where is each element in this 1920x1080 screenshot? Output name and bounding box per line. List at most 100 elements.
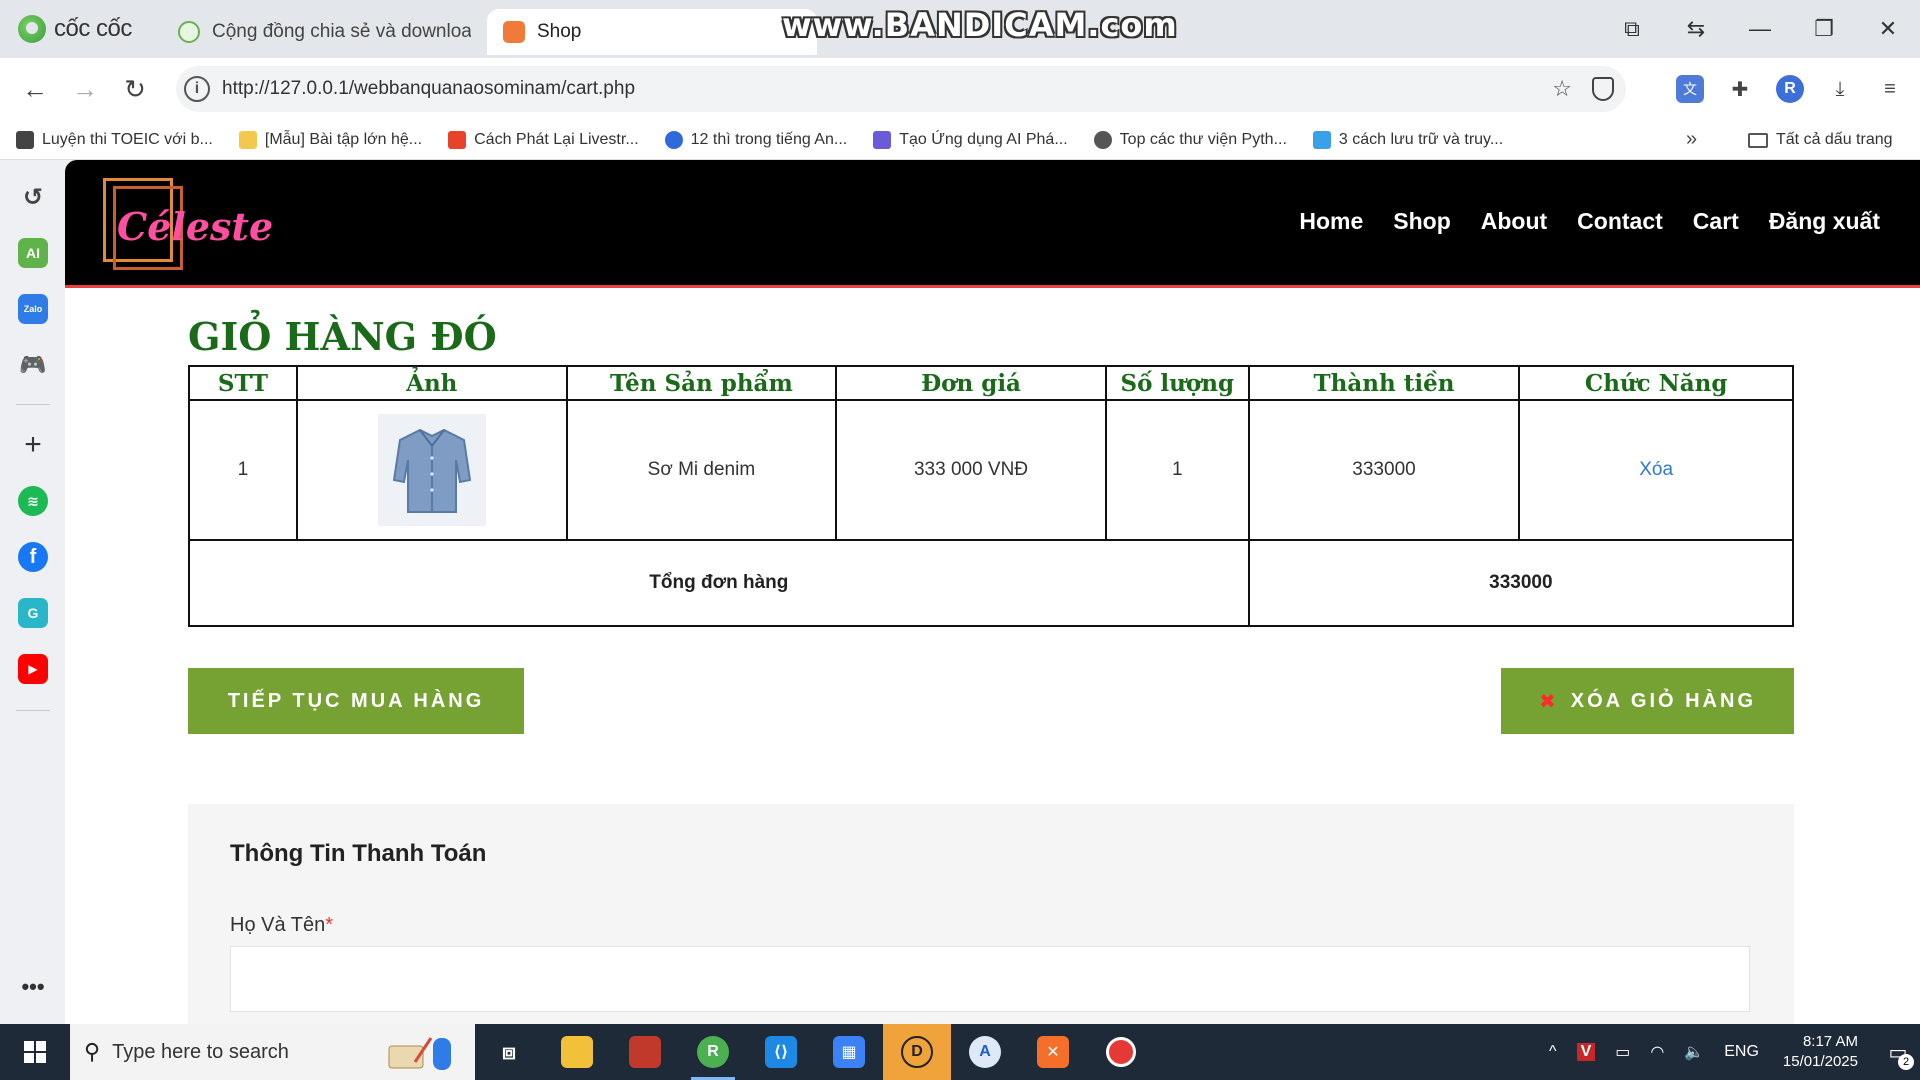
forward-arrow-icon[interactable]: → <box>60 64 110 114</box>
more-dots-icon[interactable]: ••• <box>18 972 48 1002</box>
app-launcher-icon[interactable]: A <box>951 1024 1019 1080</box>
clock[interactable]: 8:17 AM 15/01/2025 <box>1783 1032 1858 1072</box>
browser-brand[interactable]: cốc cốc <box>0 0 162 58</box>
taskbar-search[interactable]: ⚲ Type here to search <box>70 1024 475 1080</box>
site-header: Céleste Home Shop About Contact Cart Đăn… <box>65 160 1920 288</box>
kakao-chat-icon[interactable]: D <box>883 1024 951 1080</box>
nav-contact[interactable]: Contact <box>1577 208 1663 235</box>
tab-search-icon[interactable]: ⧉ <box>1600 0 1664 58</box>
web-page: Céleste Home Shop About Contact Cart Đăn… <box>65 160 1920 1024</box>
add-icon[interactable]: + <box>18 428 48 461</box>
game-controller-icon[interactable]: 🎮 <box>18 350 48 380</box>
tab-label: Cộng đồng chia sẻ và download s <box>212 21 471 42</box>
clear-cart-button[interactable]: ✖ XÓA GIỎ HÀNG <box>1501 668 1794 734</box>
cart-total-row: Tổng đơn hàng 333000 <box>188 539 1795 627</box>
facebook-icon[interactable]: f <box>18 542 48 572</box>
restore-icon[interactable]: ❐ <box>1792 0 1856 58</box>
profile-avatar[interactable]: R <box>1776 75 1804 103</box>
nav-shop[interactable]: Shop <box>1393 208 1451 235</box>
task-view-icon[interactable]: ⧈ <box>475 1024 543 1080</box>
extensions-puzzle-icon[interactable]: ✚ <box>1726 75 1754 103</box>
youtube-icon[interactable]: ▶ <box>18 654 48 684</box>
windows-logo-icon <box>24 1041 46 1063</box>
history-clock-icon[interactable]: ↺ <box>18 182 48 212</box>
back-arrow-icon[interactable]: ← <box>10 64 60 114</box>
translate-icon[interactable]: 文 <box>1676 75 1704 103</box>
wifi-icon[interactable]: ◠ <box>1650 1042 1664 1062</box>
minimize-icon[interactable]: — <box>1728 0 1792 58</box>
microsoft-store-icon[interactable]: ▦ <box>815 1024 883 1080</box>
windows-taskbar: ⚲ Type here to search ⧈ R ⟨⟩ ▦ D A ✕ ^ V… <box>0 1024 1920 1080</box>
total-value: 333000 <box>1247 539 1795 627</box>
clear-cart-label: XÓA GIỎ HÀNG <box>1570 689 1757 712</box>
browser-toolbar: ← → ↻ i http://127.0.0.1/webbanquanaosom… <box>0 58 1920 120</box>
start-button[interactable] <box>0 1024 70 1080</box>
bookmark-label: Cách Phát Lại Livestr... <box>474 130 639 148</box>
bookmark-item[interactable]: Luyện thi TOEIC với b... <box>16 130 213 149</box>
bookmark-item[interactable]: Top các thư viện Pyth... <box>1093 130 1287 149</box>
file-explorer-icon[interactable] <box>543 1024 611 1080</box>
tab-shop[interactable]: Shop <box>487 9 817 55</box>
nav-home[interactable]: Home <box>1299 208 1363 235</box>
folder-icon <box>1748 132 1768 148</box>
bookmark-favicon-icon <box>664 130 683 149</box>
cell-image <box>295 399 568 541</box>
coccoc-logo-icon <box>18 15 46 43</box>
nav-cart[interactable]: Cart <box>1693 208 1739 235</box>
xampp-icon[interactable]: ✕ <box>1019 1024 1087 1080</box>
more-bookmarks-chevron-icon[interactable]: » <box>1686 128 1697 151</box>
language-indicator[interactable]: ENG <box>1724 1043 1759 1061</box>
checkout-title: Thông Tin Thanh Toán <box>230 840 487 867</box>
bookmark-star-icon[interactable]: ☆ <box>1552 76 1572 102</box>
bookmark-label: 12 thì trong tiếng An... <box>690 130 848 148</box>
address-bar[interactable]: i http://127.0.0.1/webbanquanaosominam/c… <box>176 66 1626 112</box>
bandicam-record-icon[interactable] <box>1087 1024 1155 1080</box>
vietkey-icon[interactable]: V <box>1576 1043 1596 1061</box>
bookmark-item[interactable]: Tạo Ứng dụng AI Phá... <box>873 130 1068 149</box>
bookmarks-bar: Luyện thi TOEIC với b... [Mẫu] Bài tập l… <box>0 120 1920 160</box>
show-hidden-icons-chevron-icon[interactable]: ^ <box>1549 1043 1557 1061</box>
coccoc-taskbar-icon[interactable]: R <box>679 1024 747 1080</box>
zalo-icon[interactable]: Zalo <box>18 294 48 324</box>
tab-community[interactable]: Cộng đồng chia sẻ và download s <box>162 9 487 55</box>
site-nav: Home Shop About Contact Cart Đăng xuất <box>1299 208 1880 235</box>
volume-icon[interactable]: 🔈 <box>1684 1042 1704 1062</box>
browser-tabstrip: cốc cốc Cộng đồng chia sẻ và download s … <box>0 0 1920 58</box>
bookmark-item[interactable]: [Mẫu] Bài tập lớn hệ... <box>238 130 422 149</box>
nav-logout[interactable]: Đăng xuất <box>1769 208 1880 235</box>
address-url[interactable]: http://127.0.0.1/webbanquanaosominam/car… <box>222 78 635 100</box>
download-icon[interactable]: ⤓ <box>1826 75 1854 103</box>
full-name-input[interactable] <box>230 946 1750 1012</box>
col-header-stt: STT <box>188 365 298 401</box>
close-icon[interactable]: ✕ <box>1856 0 1920 58</box>
ai-assistant-icon[interactable]: AI <box>18 238 48 268</box>
tab-label: Shop <box>537 21 582 42</box>
continue-shopping-button[interactable]: TIẾP TỤC MUA HÀNG <box>188 668 524 734</box>
clock-time: 8:17 AM <box>1802 1033 1858 1050</box>
back-history-icon[interactable]: ⇆ <box>1664 0 1728 58</box>
site-logo[interactable]: Céleste <box>103 178 273 270</box>
bookmark-item[interactable]: Cách Phát Lại Livestr... <box>448 130 639 149</box>
bookmark-item[interactable]: 3 cách lưu trữ và truy... <box>1312 130 1503 149</box>
grammarly-icon[interactable]: G <box>18 598 48 628</box>
battery-icon[interactable]: ▭ <box>1615 1042 1630 1062</box>
col-header-actions: Chức Năng <box>1518 365 1794 401</box>
site-info-icon[interactable]: i <box>184 76 210 102</box>
col-header-subtotal: Thành tiền <box>1247 365 1521 401</box>
spotify-icon[interactable]: ≋ <box>18 486 48 516</box>
notification-center-icon[interactable]: ▭ 2 <box>1876 1024 1920 1080</box>
vscode-icon[interactable]: ⟨⟩ <box>747 1024 815 1080</box>
launcher-app-icon: A <box>969 1036 1001 1068</box>
reload-icon[interactable]: ↻ <box>110 64 160 114</box>
nav-about[interactable]: About <box>1481 208 1547 235</box>
product-image <box>377 414 486 526</box>
cell-product-name: Sơ Mi denim <box>565 399 838 541</box>
all-bookmarks-button[interactable]: Tất cả dấu trang <box>1748 120 1893 160</box>
adblock-shield-icon[interactable] <box>1592 77 1614 101</box>
full-name-label-text: Họ Và Tên <box>230 914 326 936</box>
menu-hamburger-icon[interactable]: ≡ <box>1876 75 1904 103</box>
delete-item-link[interactable]: Xóa <box>1639 459 1673 480</box>
toolbox-app-icon[interactable] <box>611 1024 679 1080</box>
bookmark-item[interactable]: 12 thì trong tiếng An... <box>664 130 848 149</box>
clock-date: 15/01/2025 <box>1782 1053 1858 1070</box>
